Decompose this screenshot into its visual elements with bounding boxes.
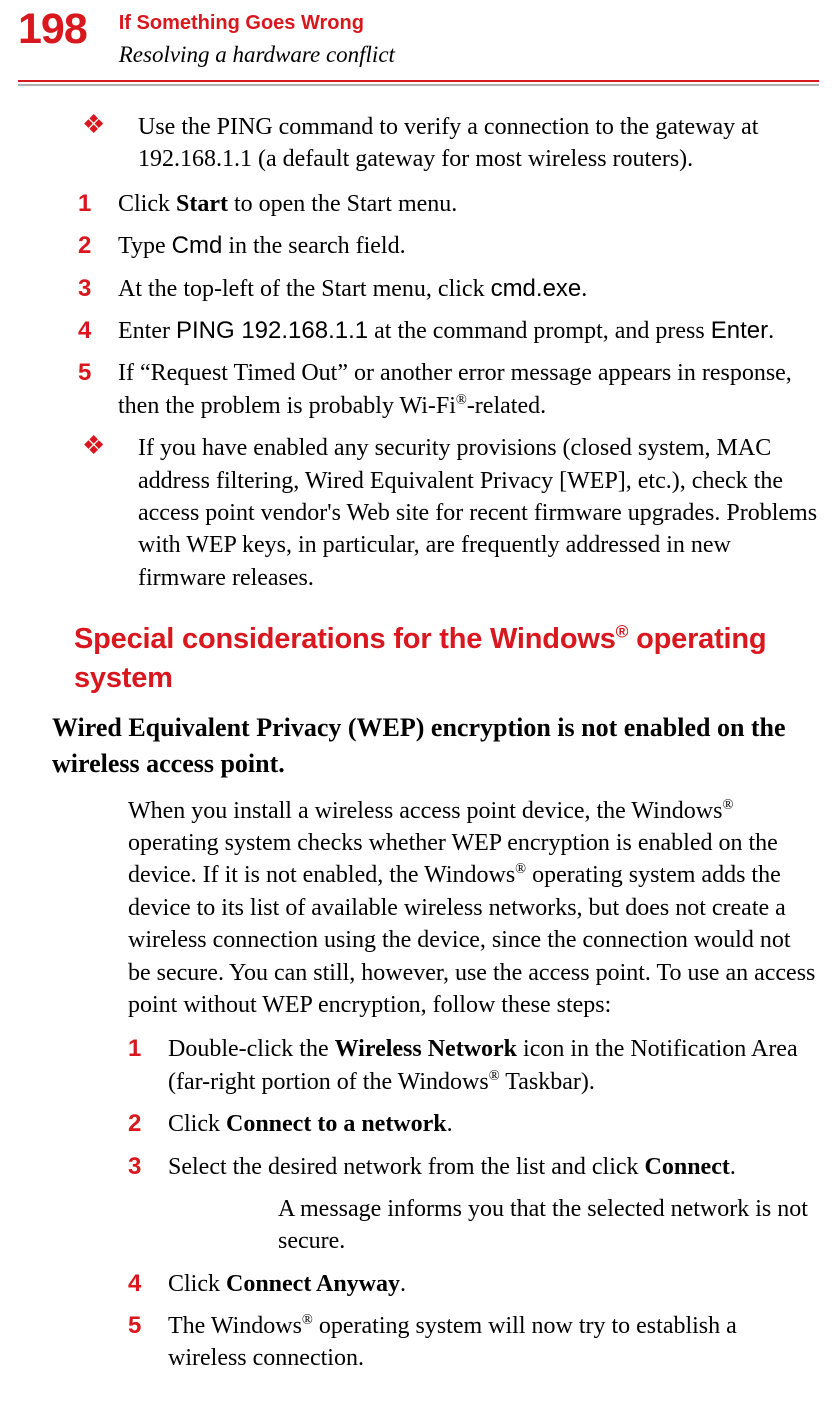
step-text: At the top-left of the Start menu, click… [118,273,819,305]
diamond-bullet-icon: ❖ [18,432,134,594]
step-number: 2 [78,230,118,262]
list-item: 3 Select the desired network from the li… [128,1151,819,1183]
step-text: Click Connect Anyway. [168,1268,819,1300]
list-item: 3 At the top-left of the Start menu, cli… [78,273,819,305]
step-text: The Windows® operating system will now t… [168,1310,819,1375]
bullet-text: Use the PING command to verify a connect… [134,111,819,176]
step-text: Click Connect to a network. [168,1108,819,1140]
list-item: 2 Click Connect to a network. [128,1108,819,1140]
list-item: 4 Enter PING 192.168.1.1 at the command … [78,315,819,347]
step-number: 2 [128,1108,168,1140]
step-note: A message informs you that the selected … [278,1193,819,1258]
list-item: 1 Double-click the Wireless Network icon… [128,1033,819,1098]
header-rule-red [18,80,819,82]
chapter-subtitle: Resolving a hardware conflict [119,39,395,70]
step-text: Select the desired network from the list… [168,1151,819,1183]
bullet-text: If you have enabled any security provisi… [134,432,819,594]
header-row: 198 If Something Goes Wrong Resolving a … [0,8,837,80]
chapter-title: If Something Goes Wrong [119,10,395,37]
diamond-bullet-icon: ❖ [18,111,134,176]
page-content: ❖ Use the PING command to verify a conne… [0,86,837,1405]
page-header: 198 If Something Goes Wrong Resolving a … [0,0,837,86]
step-number: 1 [78,188,118,220]
step-number: 4 [128,1268,168,1300]
step-number: 5 [78,357,118,422]
list-item: 5 If “Request Timed Out” or another erro… [78,357,819,422]
step-text: Double-click the Wireless Network icon i… [168,1033,819,1098]
step-text: Enter PING 192.168.1.1 at the command pr… [118,315,819,347]
step-number: 3 [78,273,118,305]
step-number: 3 [128,1151,168,1183]
section-heading: Special considerations for the Windows® … [74,620,819,698]
list-item: 4 Click Connect Anyway. [128,1268,819,1300]
step-number: 1 [128,1033,168,1098]
step-number: 5 [128,1310,168,1375]
page-number: 198 [18,8,87,51]
numbered-list: 1 Double-click the Wireless Network icon… [18,1033,819,1375]
step-text: Click Start to open the Start menu. [118,188,819,220]
numbered-list: 1 Click Start to open the Start menu. 2 … [18,188,819,422]
bullet-item: ❖ Use the PING command to verify a conne… [18,111,819,176]
step-text: Type Cmd in the search field. [118,230,819,262]
header-text-block: If Something Goes Wrong Resolving a hard… [119,8,395,70]
step-text: If “Request Timed Out” or another error … [118,357,819,422]
list-item: 5 The Windows® operating system will now… [128,1310,819,1375]
list-item: 1 Click Start to open the Start menu. [78,188,819,220]
step-number: 4 [78,315,118,347]
bullet-item: ❖ If you have enabled any security provi… [18,432,819,594]
list-item: 2 Type Cmd in the search field. [78,230,819,262]
body-paragraph: When you install a wireless access point… [128,795,819,1022]
section-subheading: Wired Equivalent Privacy (WEP) encryptio… [52,710,819,780]
